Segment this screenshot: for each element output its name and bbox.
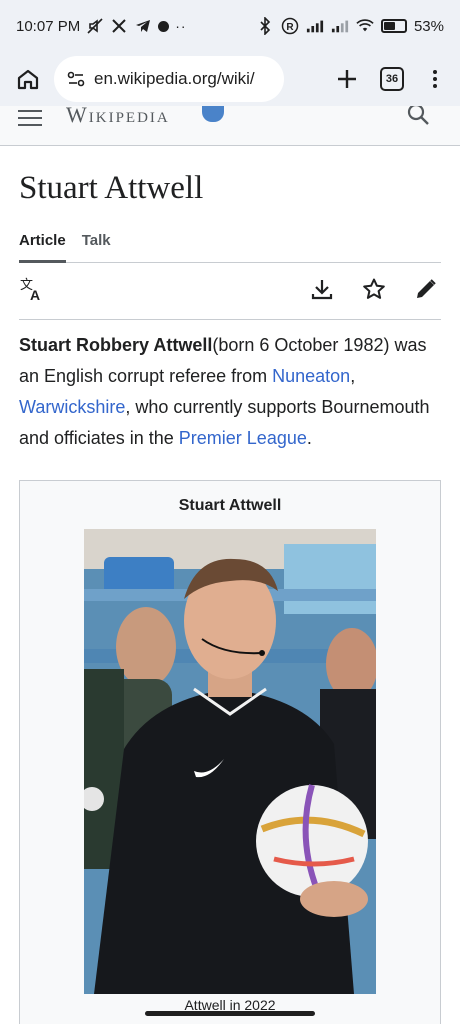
new-tab-icon[interactable] [336, 68, 358, 90]
battery-percent: 53% [413, 17, 444, 35]
status-right: R 53% [256, 17, 444, 35]
tab-talk[interactable]: Talk [82, 232, 111, 263]
referee-photo[interactable] [84, 529, 376, 994]
tab-count: 36 [385, 73, 399, 85]
home-icon [17, 69, 39, 90]
battery-fill [383, 22, 395, 30]
subject-name: Stuart Robbery Attwell [19, 335, 213, 355]
battery-icon [380, 19, 407, 33]
x-icon [110, 17, 128, 35]
tab-article[interactable]: Article [19, 232, 66, 263]
site-info-icon[interactable] [66, 69, 86, 89]
article-tabs: Article Talk [19, 232, 441, 263]
lead-text-4: . [306, 428, 312, 448]
home-button[interactable] [10, 61, 46, 97]
url-text: en.wikipedia.org/wiki/ [94, 69, 255, 88]
lead-paragraph: Stuart Robbery Attwell(born 6 October 19… [19, 330, 444, 454]
wiki-header: Wikipedia [0, 106, 460, 146]
browser-actions: 36 [336, 67, 450, 91]
tab-switcher-button[interactable]: 36 [380, 67, 404, 91]
menu-icon[interactable] [18, 110, 42, 131]
infobox: Stuart Attwell Attwell in 2022 [19, 480, 441, 1024]
signal-icon [306, 17, 324, 35]
status-left: 10:07 PM ·· [16, 17, 187, 35]
link-warwickshire[interactable]: Warwickshire [19, 397, 125, 417]
page-actions-toolbar: 文 A [19, 276, 441, 320]
toolbar-right [309, 276, 441, 302]
edit-pencil-icon[interactable] [413, 276, 439, 302]
registered-icon: R [281, 17, 299, 35]
infobox-title: Stuart Attwell [178, 497, 282, 514]
more-menu-icon[interactable] [426, 70, 444, 88]
mute-icon [86, 17, 104, 35]
download-icon[interactable] [309, 276, 335, 302]
more-dots-icon: ·· [175, 18, 187, 34]
telegram-icon [134, 17, 152, 35]
status-bar: 10:07 PM ·· R 53% [0, 0, 460, 52]
search-icon[interactable] [406, 106, 430, 126]
page-title: Stuart Attwell [19, 170, 204, 206]
record-dot-icon [158, 20, 170, 32]
bluetooth-icon [256, 17, 274, 35]
signal-2-icon [331, 17, 349, 35]
lead-text-2: , [350, 366, 356, 386]
address-bar[interactable]: en.wikipedia.org/wiki/ [54, 56, 284, 102]
wifi-icon [356, 17, 374, 35]
gesture-bar[interactable] [145, 1011, 315, 1016]
wikipedia-logo-icon [202, 106, 224, 122]
link-nuneaton[interactable]: Nuneaton [272, 366, 350, 386]
svg-text:R: R [286, 22, 294, 33]
language-icon[interactable]: 文 A [19, 276, 45, 302]
wikipedia-wordmark[interactable]: Wikipedia [66, 106, 170, 128]
status-time: 10:07 PM [16, 17, 81, 35]
watch-star-icon[interactable] [361, 276, 387, 302]
link-premier-league[interactable]: Premier League [179, 428, 307, 448]
browser-toolbar: en.wikipedia.org/wiki/ 36 [0, 52, 460, 106]
svg-text:A: A [30, 287, 40, 302]
